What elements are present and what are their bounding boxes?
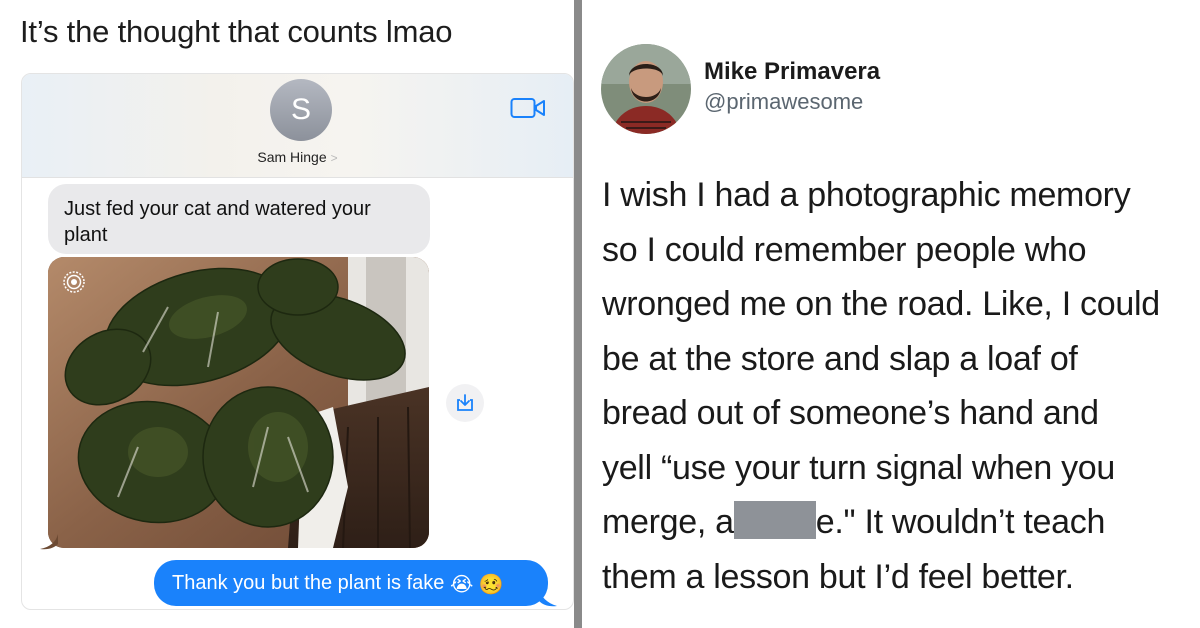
incoming-bubble-tail xyxy=(40,534,58,550)
live-photo-icon[interactable] xyxy=(62,270,86,294)
author-name[interactable]: Mike Primavera xyxy=(704,58,880,86)
conversation-header: S Sam Hinge > xyxy=(22,74,573,178)
save-image-button[interactable] xyxy=(446,384,484,422)
tweet-line: wronged me on the road. Like, I could xyxy=(602,285,1160,323)
tweet-line: merge, a e." It wouldn’t teach xyxy=(602,495,1197,550)
contact-avatar[interactable]: S xyxy=(270,79,332,141)
video-camera-icon[interactable] xyxy=(510,96,546,120)
incoming-message-bubble[interactable]: Just fed your cat and watered your plant xyxy=(48,184,430,254)
tweet-line-7-end: e." It wouldn’t teach xyxy=(815,503,1106,541)
meme-caption: It’s the thought that counts lmao xyxy=(20,14,453,49)
outgoing-message-bubble[interactable]: Thank you but the plant is fake 😭 🥴 xyxy=(154,560,548,606)
loudly-crying-emoji: 😭 xyxy=(449,574,474,596)
message-thread: S Sam Hinge > Just fed your cat and water… xyxy=(21,73,574,610)
tweet-body: I wish I had a photographic memory so I … xyxy=(602,168,1197,604)
tweet-line: them a lesson but I’d feel better. xyxy=(602,557,1074,596)
chevron-right-icon: > xyxy=(330,151,338,165)
woozy-face-emoji: 🥴 xyxy=(478,574,504,596)
download-icon xyxy=(457,394,473,411)
tweet-line: I wish I had a photographic memory xyxy=(602,176,1131,214)
tweet-line-7-start: merge, a xyxy=(602,503,734,541)
outgoing-bubble-tail xyxy=(539,589,557,607)
tweet-line: so I could remember people who xyxy=(602,230,1087,269)
profile-avatar[interactable] xyxy=(601,44,691,134)
contact-name: Sam Hinge xyxy=(257,149,327,165)
tweet-panel: Mike Primavera @primawesome I wish I had… xyxy=(582,0,1200,628)
tweet-line: yell “use your turn signal when you xyxy=(602,448,1115,487)
outgoing-message-text: Thank you but the plant is fake xyxy=(172,572,445,594)
tweet-line: bread out of someone’s hand and xyxy=(602,394,1099,432)
panel-divider xyxy=(574,0,582,628)
tweet-line: be at the store and slap a loaf of xyxy=(602,339,1078,378)
redaction-box xyxy=(733,501,816,539)
plant-photo[interactable] xyxy=(48,257,429,548)
left-panel: It’s the thought that counts lmao S Sam … xyxy=(0,0,574,628)
contact-name-row[interactable]: Sam Hinge > xyxy=(22,149,573,165)
author-handle[interactable]: @primawesome xyxy=(704,89,863,115)
